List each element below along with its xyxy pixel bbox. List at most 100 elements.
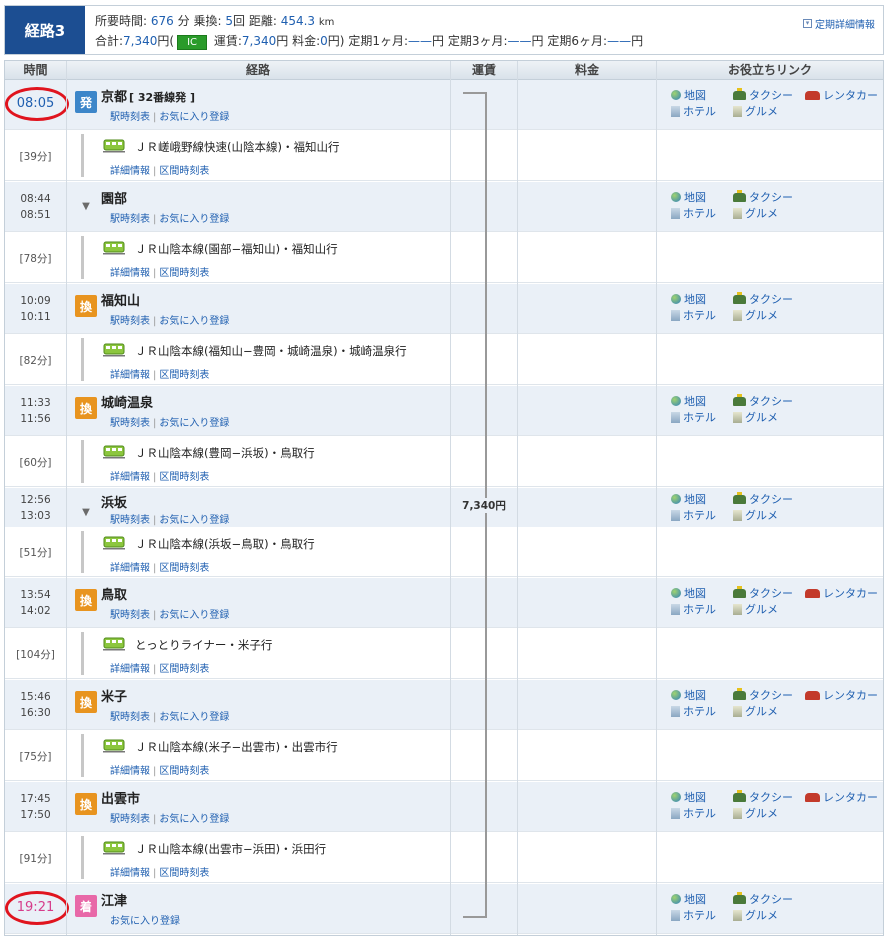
section-timetable-link[interactable]: 区間時刻表 bbox=[159, 868, 209, 879]
gourmet-link[interactable]: グルメ bbox=[733, 703, 778, 719]
hotel-link[interactable]: ホテル bbox=[671, 409, 716, 425]
station-timetable-link[interactable]: 駅時刻表 bbox=[110, 316, 150, 327]
segment-row: [104分] とっとりライナー・米子行 詳細情報 | 区間時刻表 bbox=[5, 628, 883, 679]
station-row: 12:56 13:03 ▼ 浜坂 駅時刻表 | お気に入り登録 地図 タクシー ホテル グルメ bbox=[5, 488, 883, 528]
detail-info-link[interactable]: 詳細情報 bbox=[110, 472, 150, 483]
map-link[interactable]: 地図 bbox=[671, 87, 706, 103]
favorite-link[interactable]: お気に入り登録 bbox=[110, 916, 180, 927]
section-timetable-link[interactable]: 区間時刻表 bbox=[159, 664, 209, 675]
taxi-link[interactable]: タクシー bbox=[733, 87, 793, 103]
map-link[interactable]: 地図 bbox=[671, 891, 706, 907]
station-timetable-link[interactable]: 駅時刻表 bbox=[110, 814, 150, 825]
favorite-link[interactable]: お気に入り登録 bbox=[159, 515, 229, 526]
section-timetable-link[interactable]: 区間時刻表 bbox=[159, 766, 209, 777]
taxi-link[interactable]: タクシー bbox=[733, 585, 793, 601]
favorite-link[interactable]: お気に入り登録 bbox=[159, 814, 229, 825]
station-name[interactable]: 浜坂 bbox=[101, 492, 127, 511]
station-name[interactable]: 京都[ 32番線発 ] bbox=[101, 86, 195, 105]
taxi-link[interactable]: タクシー bbox=[733, 491, 793, 507]
map-link[interactable]: 地図 bbox=[671, 189, 706, 205]
hotel-link[interactable]: ホテル bbox=[671, 601, 716, 617]
map-link[interactable]: 地図 bbox=[671, 491, 706, 507]
section-timetable-link[interactable]: 区間時刻表 bbox=[159, 166, 209, 177]
hotel-link[interactable]: ホテル bbox=[671, 805, 716, 821]
gourmet-link[interactable]: グルメ bbox=[733, 507, 778, 523]
taxi-link[interactable]: タクシー bbox=[733, 189, 793, 205]
station-timetable-link[interactable]: 駅時刻表 bbox=[110, 610, 150, 621]
hotel-link[interactable]: ホテル bbox=[671, 907, 716, 923]
station-name[interactable]: 城崎温泉 bbox=[101, 392, 153, 411]
station-type-icon: ▼ bbox=[82, 506, 90, 518]
detail-info-link[interactable]: 詳細情報 bbox=[110, 563, 150, 574]
favorite-link[interactable]: お気に入り登録 bbox=[159, 418, 229, 429]
station-timetable-link[interactable]: 駅時刻表 bbox=[110, 712, 150, 723]
route-label: 経路3 bbox=[5, 6, 85, 54]
highlight-circle bbox=[5, 87, 69, 121]
map-link[interactable]: 地図 bbox=[671, 291, 706, 307]
station-name[interactable]: 園部 bbox=[101, 188, 127, 207]
favorite-link[interactable]: お気に入り登録 bbox=[159, 316, 229, 327]
favorite-link[interactable]: お気に入り登録 bbox=[159, 712, 229, 723]
favorite-link[interactable]: お気に入り登録 bbox=[159, 112, 229, 123]
rental-car-link[interactable]: レンタカー bbox=[805, 585, 878, 601]
map-link[interactable]: 地図 bbox=[671, 687, 706, 703]
segment-duration: [78分] bbox=[19, 252, 52, 265]
hotel-link[interactable]: ホテル bbox=[671, 307, 716, 323]
rental-car-link[interactable]: レンタカー bbox=[805, 789, 878, 805]
station-timetable-link[interactable]: 駅時刻表 bbox=[110, 112, 150, 123]
rental-car-link[interactable]: レンタカー bbox=[805, 687, 878, 703]
hotel-icon bbox=[671, 509, 680, 521]
segment-links: 詳細情報 | 区間時刻表 bbox=[110, 162, 209, 177]
map-link[interactable]: 地図 bbox=[671, 585, 706, 601]
section-timetable-link[interactable]: 区間時刻表 bbox=[159, 472, 209, 483]
station-name[interactable]: 鳥取 bbox=[101, 584, 127, 603]
map-link[interactable]: 地図 bbox=[671, 789, 706, 805]
taxi-link[interactable]: タクシー bbox=[733, 789, 793, 805]
departure-time: 13:03 bbox=[20, 510, 51, 522]
hotel-link[interactable]: ホテル bbox=[671, 103, 716, 119]
taxi-link[interactable]: タクシー bbox=[733, 891, 793, 907]
globe-icon bbox=[671, 690, 681, 700]
station-timetable-link[interactable]: 駅時刻表 bbox=[110, 418, 150, 429]
detail-info-link[interactable]: 詳細情報 bbox=[110, 166, 150, 177]
section-timetable-link[interactable]: 区間時刻表 bbox=[159, 268, 209, 279]
gourmet-link[interactable]: グルメ bbox=[733, 205, 778, 221]
gourmet-link[interactable]: グルメ bbox=[733, 103, 778, 119]
route-table: 時間 経路 運賃 料金 お役立ちリンク 08:05 発京都[ 32番線発 ] 駅時刻… bbox=[4, 60, 884, 936]
gourmet-link[interactable]: グルメ bbox=[733, 307, 778, 323]
station-name[interactable]: 米子 bbox=[101, 686, 127, 705]
station-name[interactable]: 出雲市 bbox=[101, 788, 140, 807]
taxi-link[interactable]: タクシー bbox=[733, 687, 793, 703]
hotel-link[interactable]: ホテル bbox=[671, 205, 716, 221]
teiki-detail-link[interactable]: ▾ 定期詳細情報 bbox=[803, 16, 875, 31]
favorite-link[interactable]: お気に入り登録 bbox=[159, 610, 229, 621]
rental-car-link[interactable]: レンタカー bbox=[805, 87, 878, 103]
detail-info-link[interactable]: 詳細情報 bbox=[110, 868, 150, 879]
section-timetable-link[interactable]: 区間時刻表 bbox=[159, 370, 209, 381]
detail-info-link[interactable]: 詳細情報 bbox=[110, 370, 150, 381]
taxi-link[interactable]: タクシー bbox=[733, 291, 793, 307]
detail-info-link[interactable]: 詳細情報 bbox=[110, 664, 150, 675]
segment-bar bbox=[81, 440, 84, 483]
station-row: 13:54 14:02 換鳥取 駅時刻表 | お気に入り登録 地図 タクシー レンタカー ホテル グ… bbox=[5, 578, 883, 628]
map-link[interactable]: 地図 bbox=[671, 393, 706, 409]
station-timetable-link[interactable]: 駅時刻表 bbox=[110, 214, 150, 225]
gourmet-link[interactable]: グルメ bbox=[733, 601, 778, 617]
taxi-icon bbox=[733, 393, 746, 406]
section-timetable-link[interactable]: 区間時刻表 bbox=[159, 563, 209, 574]
detail-info-link[interactable]: 詳細情報 bbox=[110, 766, 150, 777]
hotel-link[interactable]: ホテル bbox=[671, 703, 716, 719]
hotel-link[interactable]: ホテル bbox=[671, 507, 716, 523]
gourmet-link[interactable]: グルメ bbox=[733, 409, 778, 425]
gourmet-link[interactable]: グルメ bbox=[733, 805, 778, 821]
detail-info-link[interactable]: 詳細情報 bbox=[110, 268, 150, 279]
station-name[interactable]: 福知山 bbox=[101, 290, 140, 309]
station-timetable-link[interactable]: 駅時刻表 bbox=[110, 515, 150, 526]
station-type-icon: 換 bbox=[75, 397, 97, 419]
segment-duration: [75分] bbox=[19, 750, 52, 763]
station-type-icon: 換 bbox=[75, 295, 97, 317]
favorite-link[interactable]: お気に入り登録 bbox=[159, 214, 229, 225]
station-name[interactable]: 江津 bbox=[101, 890, 127, 909]
gourmet-link[interactable]: グルメ bbox=[733, 907, 778, 923]
taxi-link[interactable]: タクシー bbox=[733, 393, 793, 409]
